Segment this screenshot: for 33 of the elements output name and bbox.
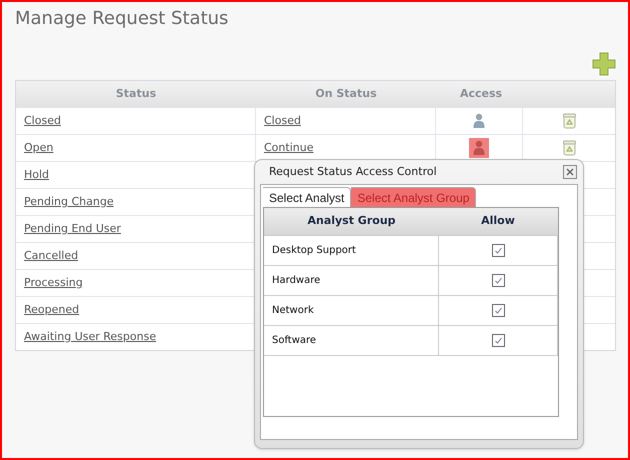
column-header: Status (114, 86, 158, 102)
check-icon (494, 246, 502, 255)
page-title: Manage Request Status (15, 7, 228, 31)
group-name: Hardware (272, 274, 320, 288)
dialog-title: Request Status Access Control (269, 164, 438, 180)
column-header: Analyst Group (306, 213, 397, 230)
status-link[interactable]: Reopened (24, 302, 80, 318)
status-link[interactable]: Processing (24, 274, 83, 292)
check-icon (494, 306, 502, 315)
dialog-tab[interactable]: Select Analyst (263, 187, 352, 207)
status-link[interactable]: Open (24, 140, 54, 156)
close-icon (566, 168, 574, 176)
allow-checkbox[interactable] (492, 334, 504, 347)
status-link[interactable]: Hold (24, 166, 50, 184)
column-header: Allow (480, 213, 516, 230)
on-status-link[interactable]: Continue (264, 140, 314, 156)
status-link[interactable]: Pending End User (24, 220, 121, 238)
allow-checkbox[interactable] (492, 274, 504, 287)
column-header: On Status (314, 86, 378, 102)
group-name: Software (272, 334, 316, 348)
close-button[interactable] (563, 165, 577, 179)
check-icon (494, 336, 502, 345)
status-link[interactable]: Awaiting User Response (24, 328, 156, 346)
status-link[interactable]: Pending Change (24, 194, 114, 210)
allow-checkbox[interactable] (492, 244, 504, 257)
allow-checkbox[interactable] (492, 304, 504, 317)
group-name: Network (272, 304, 314, 318)
group-name: Desktop Support (272, 244, 356, 258)
check-icon (494, 276, 502, 285)
column-header: Access (458, 86, 504, 102)
on-status-link[interactable]: Closed (264, 112, 301, 130)
status-link[interactable]: Closed (24, 112, 61, 130)
status-link[interactable]: Cancelled (24, 248, 78, 264)
